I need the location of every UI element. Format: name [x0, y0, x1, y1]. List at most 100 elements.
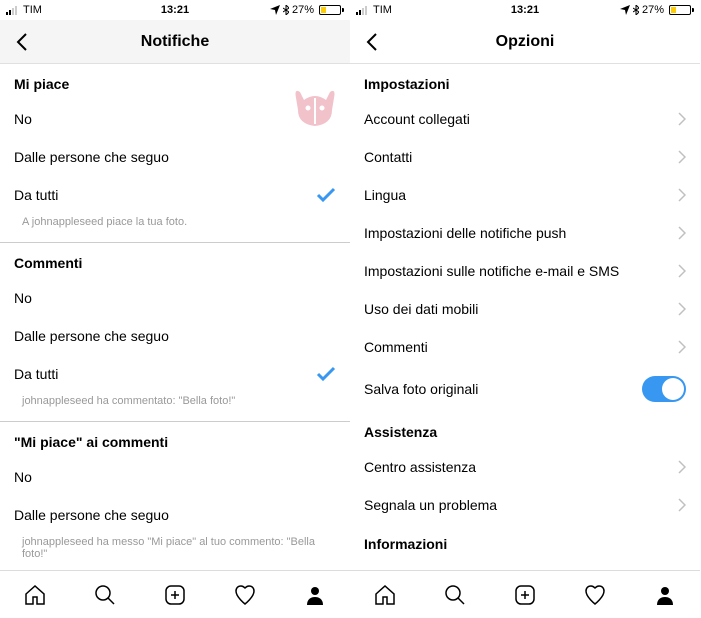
- chevron-left-icon: [366, 32, 378, 52]
- battery-percent: 27%: [642, 4, 664, 16]
- option-row[interactable]: No: [0, 100, 350, 138]
- chevron-right-icon: [678, 188, 686, 202]
- carrier-label: TIM: [373, 4, 392, 16]
- location-icon: [270, 5, 280, 15]
- chevron-right-icon: [678, 112, 686, 126]
- group-assistance-header: Assistenza: [350, 412, 700, 448]
- section-comments-header: Commenti: [0, 243, 350, 279]
- tab-activity[interactable]: [223, 573, 267, 617]
- tab-add[interactable]: [153, 573, 197, 617]
- option-row[interactable]: Da tutti: [0, 176, 350, 214]
- phone-notifications: TIM 13:21 27% Notifiche Mi piace No Dall…: [0, 0, 350, 618]
- row-label: Salva foto originali: [364, 381, 642, 397]
- options-content[interactable]: Impostazioni Account collegati Contatti …: [350, 64, 700, 570]
- chevron-right-icon: [678, 226, 686, 240]
- status-time: 13:21: [161, 4, 189, 16]
- search-icon: [443, 583, 467, 607]
- row-label: Contatti: [364, 149, 678, 165]
- option-label: Dalle persone che seguo: [14, 328, 336, 344]
- page-title: Notifiche: [141, 33, 209, 51]
- tab-add[interactable]: [503, 573, 547, 617]
- settings-row-language[interactable]: Lingua: [350, 176, 700, 214]
- notifications-content[interactable]: Mi piace No Dalle persone che seguo Da t…: [0, 64, 350, 570]
- back-button[interactable]: [0, 32, 44, 52]
- chevron-right-icon: [678, 150, 686, 164]
- chevron-right-icon: [678, 460, 686, 474]
- option-row[interactable]: No: [0, 458, 350, 496]
- signal-icon: [356, 5, 370, 15]
- option-row[interactable]: No: [0, 279, 350, 317]
- section-likes-header: Mi piace: [0, 64, 350, 100]
- chevron-right-icon: [678, 498, 686, 512]
- carrier-label: TIM: [23, 4, 42, 16]
- add-icon: [163, 583, 187, 607]
- tab-bar: [350, 570, 700, 618]
- person-icon: [653, 583, 677, 607]
- option-row[interactable]: Dalle persone che seguo: [0, 138, 350, 176]
- nav-bar: Opzioni: [350, 20, 700, 64]
- section-hint: johnappleseed ha messo "Mi piace" al tuo…: [0, 534, 350, 570]
- heart-icon: [233, 583, 257, 607]
- chevron-left-icon: [16, 32, 28, 52]
- home-icon: [23, 583, 47, 607]
- settings-row-help-center[interactable]: Centro assistenza: [350, 448, 700, 486]
- tab-home[interactable]: [13, 573, 57, 617]
- group-settings-header: Impostazioni: [350, 64, 700, 100]
- row-label: Commenti: [364, 339, 678, 355]
- status-time: 13:21: [511, 4, 539, 16]
- check-icon: [316, 187, 336, 203]
- tab-bar: [0, 570, 350, 618]
- home-icon: [373, 583, 397, 607]
- tab-profile[interactable]: [643, 573, 687, 617]
- heart-icon: [583, 583, 607, 607]
- row-label: Impostazioni delle notifiche push: [364, 225, 678, 241]
- option-label: No: [14, 111, 336, 127]
- back-button[interactable]: [350, 32, 394, 52]
- settings-row-report-problem[interactable]: Segnala un problema: [350, 486, 700, 524]
- nav-bar: Notifiche: [0, 20, 350, 64]
- settings-row-contacts[interactable]: Contatti: [350, 138, 700, 176]
- option-row[interactable]: Dalle persone che seguo: [0, 317, 350, 355]
- person-icon: [303, 583, 327, 607]
- bluetooth-icon: [283, 5, 289, 15]
- tab-search[interactable]: [83, 573, 127, 617]
- row-label: Uso dei dati mobili: [364, 301, 678, 317]
- row-label: Account collegati: [364, 111, 678, 127]
- option-row[interactable]: Dalle persone che seguo: [0, 496, 350, 534]
- option-row[interactable]: Da tutti: [0, 355, 350, 393]
- section-hint: A johnappleseed piace la tua foto.: [0, 214, 350, 238]
- tab-search[interactable]: [433, 573, 477, 617]
- location-icon: [620, 5, 630, 15]
- tab-profile[interactable]: [293, 573, 337, 617]
- settings-row-mobile-data[interactable]: Uso dei dati mobili: [350, 290, 700, 328]
- battery-icon: [667, 5, 694, 15]
- row-label: Segnala un problema: [364, 497, 678, 513]
- option-label: Dalle persone che seguo: [14, 149, 336, 165]
- status-bar: TIM 13:21 27%: [350, 0, 700, 20]
- settings-row-save-originals: Salva foto originali: [350, 366, 700, 412]
- check-icon: [316, 366, 336, 382]
- page-title: Opzioni: [496, 33, 555, 51]
- phone-options: TIM 13:21 27% Opzioni Impostazioni Accou…: [350, 0, 700, 618]
- option-label: No: [14, 469, 336, 485]
- group-info-header: Informazioni: [350, 524, 700, 560]
- tab-activity[interactable]: [573, 573, 617, 617]
- signal-icon: [6, 5, 20, 15]
- settings-row-comments[interactable]: Commenti: [350, 328, 700, 366]
- chevron-right-icon: [678, 340, 686, 354]
- status-bar: TIM 13:21 27%: [0, 0, 350, 20]
- battery-percent: 27%: [292, 4, 314, 16]
- settings-row-linked-accounts[interactable]: Account collegati: [350, 100, 700, 138]
- settings-row-push[interactable]: Impostazioni delle notifiche push: [350, 214, 700, 252]
- bluetooth-icon: [633, 5, 639, 15]
- section-hint: johnappleseed ha commentato: "Bella foto…: [0, 393, 350, 417]
- toggle-save-originals[interactable]: [642, 376, 686, 402]
- chevron-right-icon: [678, 302, 686, 316]
- tab-home[interactable]: [363, 573, 407, 617]
- row-label: Impostazioni sulle notifiche e-mail e SM…: [364, 263, 678, 279]
- settings-row-email-sms[interactable]: Impostazioni sulle notifiche e-mail e SM…: [350, 252, 700, 290]
- search-icon: [93, 583, 117, 607]
- chevron-right-icon: [678, 264, 686, 278]
- option-label: Dalle persone che seguo: [14, 507, 336, 523]
- row-label: Lingua: [364, 187, 678, 203]
